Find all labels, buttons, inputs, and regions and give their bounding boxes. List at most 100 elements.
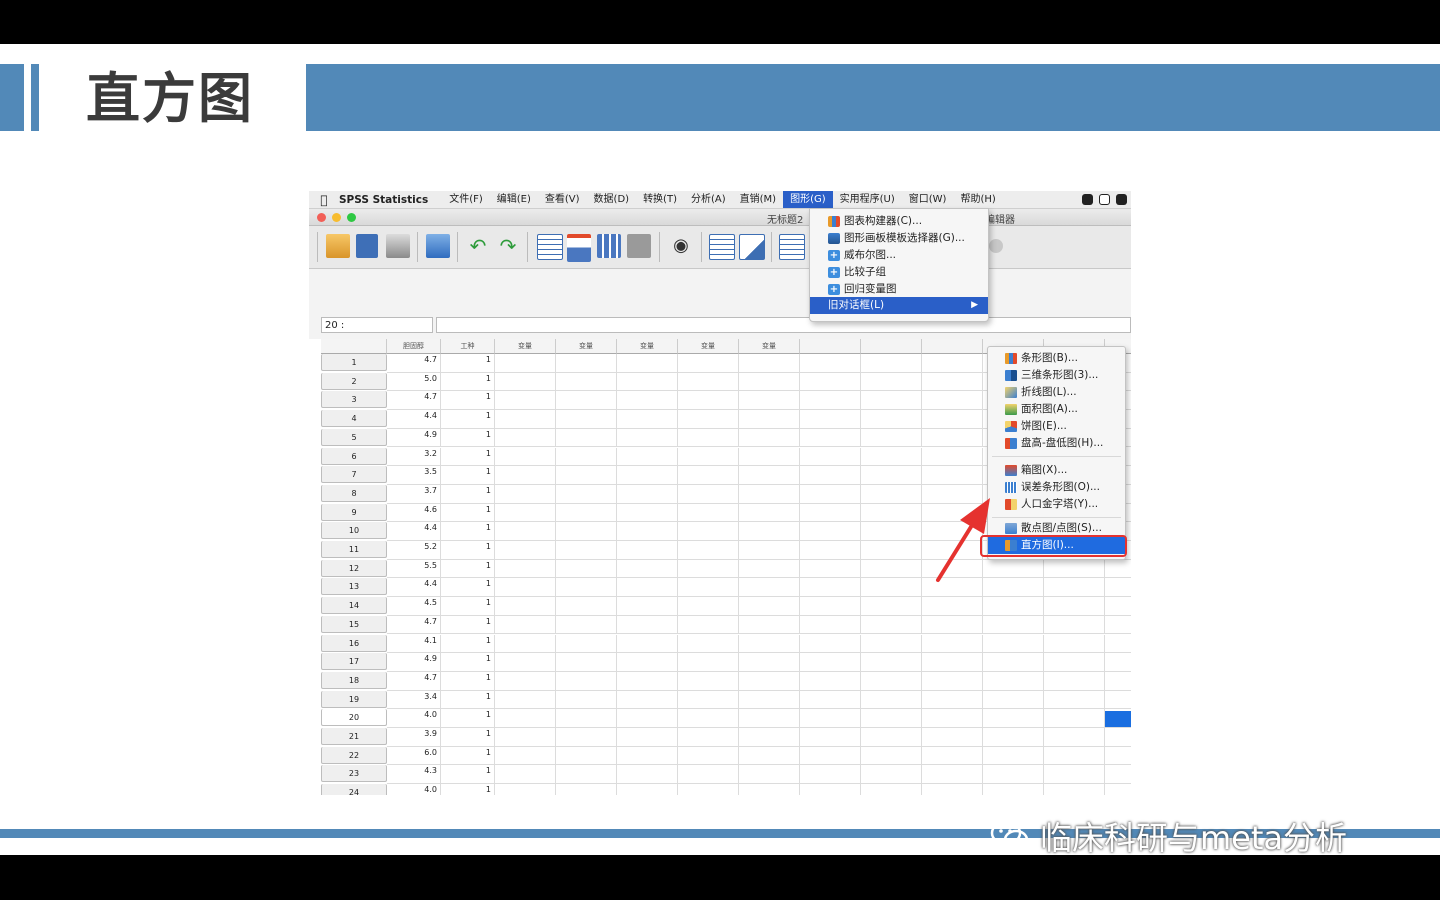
empty-cell[interactable] — [861, 372, 922, 392]
empty-cell[interactable] — [739, 728, 800, 747]
recall-dialog-icon[interactable] — [426, 234, 450, 258]
data-cell[interactable]: 1 — [441, 354, 495, 373]
empty-cell[interactable] — [983, 653, 1044, 672]
data-cell[interactable]: 4.7 — [387, 354, 441, 373]
tray-app-icon[interactable] — [1116, 194, 1127, 205]
empty-cell[interactable] — [739, 503, 800, 523]
empty-cell[interactable] — [739, 428, 800, 448]
empty-cell[interactable] — [983, 746, 1044, 766]
row-header[interactable]: 18 — [321, 671, 387, 689]
graphs-menu-item[interactable]: 图表构建器(C)... — [810, 213, 988, 230]
empty-cell[interactable] — [861, 522, 922, 541]
grid-corner[interactable] — [321, 339, 387, 354]
open-folder-icon[interactable] — [326, 234, 350, 258]
data-cell[interactable]: 1 — [441, 522, 495, 541]
empty-cell[interactable] — [1044, 709, 1105, 728]
empty-cell[interactable] — [495, 428, 556, 448]
legacy-menu-item[interactable]: 误差条形图(O)... — [988, 479, 1125, 496]
empty-cell[interactable] — [617, 354, 678, 373]
empty-cell[interactable] — [678, 503, 739, 523]
empty-cell[interactable] — [556, 709, 617, 728]
data-cell[interactable]: 1 — [441, 559, 495, 579]
empty-cell[interactable] — [678, 410, 739, 429]
data-cell[interactable]: 1 — [441, 541, 495, 560]
empty-cell[interactable] — [739, 559, 800, 579]
empty-cell[interactable] — [1105, 616, 1131, 635]
empty-cell[interactable] — [678, 428, 739, 448]
empty-cell[interactable] — [556, 354, 617, 373]
save-icon[interactable] — [356, 234, 378, 258]
empty-cell[interactable] — [739, 746, 800, 766]
zoom-window-button[interactable] — [347, 213, 356, 222]
row-header[interactable]: 2 — [321, 372, 387, 390]
empty-cell[interactable] — [861, 690, 922, 710]
empty-cell[interactable] — [739, 709, 800, 728]
empty-cell[interactable] — [861, 354, 922, 373]
data-cell[interactable]: 5.2 — [387, 541, 441, 560]
qq-icon[interactable] — [1099, 194, 1110, 205]
data-cell[interactable]: 4.9 — [387, 428, 441, 448]
empty-cell[interactable] — [495, 354, 556, 373]
empty-cell[interactable] — [861, 765, 922, 785]
empty-cell[interactable] — [861, 466, 922, 485]
empty-cell[interactable] — [617, 690, 678, 710]
empty-cell[interactable] — [800, 728, 861, 747]
empty-cell[interactable] — [1105, 691, 1131, 710]
column-header[interactable]: 变量 — [678, 339, 739, 354]
empty-cell[interactable] — [556, 428, 617, 448]
empty-cell[interactable] — [983, 690, 1044, 710]
empty-cell[interactable] — [1105, 653, 1131, 672]
empty-cell[interactable] — [678, 372, 739, 392]
empty-cell[interactable] — [495, 653, 556, 672]
empty-cell[interactable] — [495, 765, 556, 785]
empty-cell[interactable] — [922, 746, 983, 766]
empty-cell[interactable] — [678, 653, 739, 672]
empty-cell[interactable] — [861, 671, 922, 691]
empty-cell[interactable] — [617, 634, 678, 654]
insert-cases-icon[interactable] — [709, 234, 735, 260]
empty-cell[interactable] — [800, 709, 861, 728]
row-header[interactable]: 24 — [321, 784, 387, 795]
row-header[interactable]: 8 — [321, 484, 387, 502]
row-header[interactable]: 10 — [321, 522, 387, 540]
empty-cell[interactable] — [922, 391, 983, 411]
empty-cell[interactable] — [922, 671, 983, 691]
empty-cell[interactable] — [739, 484, 800, 504]
empty-cell[interactable] — [1105, 765, 1131, 785]
data-cell[interactable]: 1 — [441, 765, 495, 785]
notification-icon[interactable] — [1082, 194, 1093, 205]
data-cell[interactable]: 1 — [441, 597, 495, 616]
empty-cell[interactable] — [800, 447, 861, 467]
empty-cell[interactable] — [678, 709, 739, 728]
empty-cell[interactable] — [556, 615, 617, 635]
empty-cell[interactable] — [556, 522, 617, 541]
empty-cell[interactable] — [739, 765, 800, 785]
empty-cell[interactable] — [1105, 560, 1131, 579]
data-cell[interactable]: 3.4 — [387, 690, 441, 710]
data-cell[interactable]: 1 — [441, 690, 495, 710]
empty-cell[interactable] — [861, 541, 922, 560]
empty-cell[interactable] — [556, 746, 617, 766]
empty-cell[interactable] — [800, 503, 861, 523]
empty-cell[interactable] — [495, 447, 556, 467]
empty-cell[interactable] — [617, 671, 678, 691]
empty-cell[interactable] — [617, 428, 678, 448]
graphs-menu-item[interactable]: + 回归变量图 — [810, 281, 988, 298]
empty-cell[interactable] — [922, 784, 983, 795]
row-header[interactable]: 17 — [321, 653, 387, 671]
empty-cell[interactable] — [495, 597, 556, 616]
empty-cell[interactable] — [556, 466, 617, 485]
empty-cell[interactable] — [861, 559, 922, 579]
graphs-menu-item[interactable]: + 比较子组 — [810, 264, 988, 281]
row-header[interactable]: 7 — [321, 466, 387, 484]
empty-cell[interactable] — [678, 765, 739, 785]
empty-cell[interactable] — [922, 354, 983, 373]
data-cell[interactable]: 1 — [441, 784, 495, 795]
empty-cell[interactable] — [556, 671, 617, 691]
weight-cases-icon[interactable] — [779, 234, 805, 260]
empty-cell[interactable] — [922, 765, 983, 785]
empty-cell[interactable] — [861, 746, 922, 766]
empty-cell[interactable] — [739, 578, 800, 598]
empty-cell[interactable] — [739, 690, 800, 710]
empty-cell[interactable] — [495, 410, 556, 429]
